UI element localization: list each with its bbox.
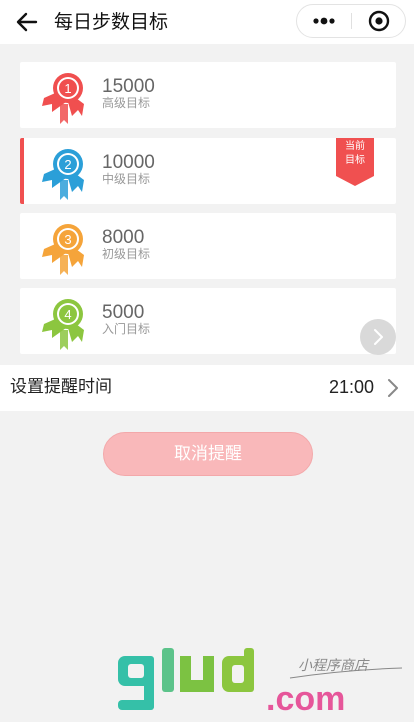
chevron-right-icon bbox=[374, 329, 383, 345]
page-title: 每日步数目标 bbox=[54, 11, 169, 33]
reminder-label: 设置提醒时间 bbox=[10, 377, 112, 397]
rank-number: 2 bbox=[64, 157, 71, 172]
back-arrow-icon[interactable] bbox=[14, 9, 40, 35]
goal-card[interactable]: 1 15000 高级目标 bbox=[20, 62, 396, 128]
rank-number: 3 bbox=[64, 232, 71, 247]
current-goal-badge: 当前 目标 bbox=[336, 138, 374, 186]
menu-capsule bbox=[296, 4, 406, 38]
goal-steps: 10000 bbox=[102, 152, 155, 173]
goal-card[interactable]: 4 5000 入门目标 bbox=[20, 288, 396, 354]
watermark-tld: .com bbox=[266, 680, 345, 718]
badge-line2: 目标 bbox=[345, 155, 365, 166]
more-options-icon[interactable] bbox=[297, 5, 351, 37]
rank-number: 4 bbox=[64, 307, 71, 322]
scroll-right-button[interactable] bbox=[360, 319, 396, 355]
goal-card[interactable]: 2 10000 中级目标 当前目标 bbox=[20, 138, 396, 204]
award-ribbon-icon: 3 bbox=[42, 224, 84, 275]
close-miniprogram-icon[interactable] bbox=[353, 5, 405, 37]
rank-number: 1 bbox=[64, 81, 71, 96]
watermark-tagline: 小程序商店 bbox=[298, 658, 370, 674]
goal-steps: 15000 bbox=[102, 76, 155, 97]
chevron-right-icon bbox=[388, 379, 398, 397]
badge-line1: 当前 bbox=[345, 141, 365, 152]
award-ribbon-icon: 4 bbox=[42, 299, 84, 350]
goal-level: 高级目标 bbox=[102, 96, 151, 110]
goal-steps: 5000 bbox=[102, 302, 145, 323]
capsule-divider bbox=[351, 13, 352, 29]
reminder-time-row[interactable]: 设置提醒时间 21:00 bbox=[0, 365, 414, 411]
goal-steps: 8000 bbox=[102, 227, 145, 248]
goal-card[interactable]: 3 8000 初级目标 bbox=[20, 213, 396, 279]
goal-level: 中级目标 bbox=[102, 172, 151, 186]
navigation-bar: 每日步数目标 bbox=[0, 0, 414, 44]
reminder-time-value: 21:00 bbox=[328, 377, 374, 397]
award-ribbon-icon: 1 bbox=[42, 73, 84, 124]
award-ribbon-icon: 2 bbox=[42, 149, 84, 200]
goal-level: 入门目标 bbox=[102, 322, 151, 336]
goal-level: 初级目标 bbox=[102, 247, 151, 261]
glud-watermark-logo: .com 小程序商店 bbox=[118, 648, 403, 718]
cancel-reminder-button[interactable]: 取消提醒 bbox=[103, 432, 313, 476]
